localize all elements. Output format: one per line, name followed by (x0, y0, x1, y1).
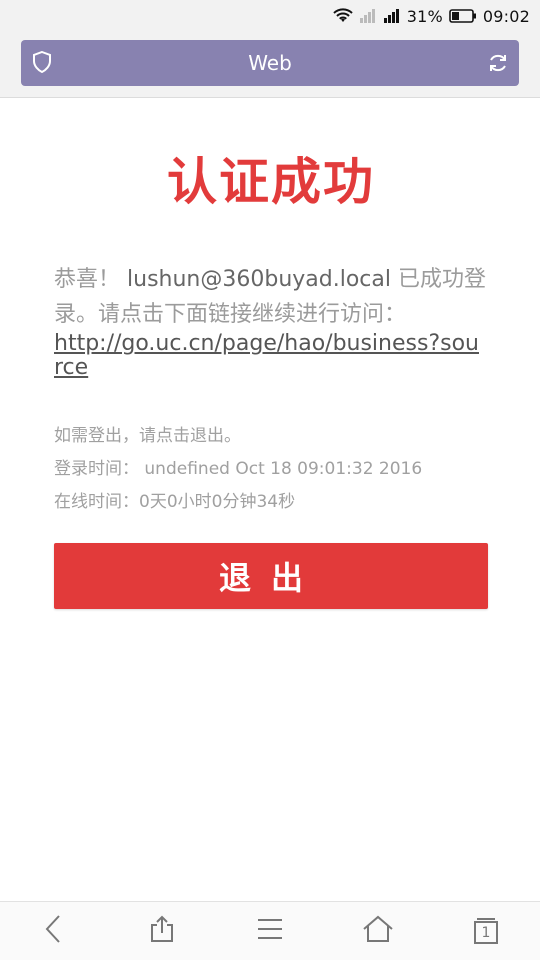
login-time-label: 登录时间： (54, 459, 139, 479)
menu-icon (256, 917, 284, 945)
continue-link[interactable]: http://go.uc.cn/page/hao/business?source (54, 332, 488, 380)
back-arrow-icon (44, 914, 64, 948)
online-time-row: 在线时间：0天0小时0分钟34秒 (54, 486, 488, 519)
home-icon (362, 915, 394, 947)
session-info: 如需登出，请点击退出。 登录时间： undefined Oct 18 09:01… (54, 420, 488, 519)
login-time-row: 登录时间： undefined Oct 18 09:01:32 2016 (54, 453, 488, 486)
address-bar-title: Web (248, 51, 292, 75)
status-bar: 31% 09:02 (0, 0, 540, 32)
browser-bottom-nav: 1 (0, 901, 540, 960)
tab-count: 1 (481, 925, 491, 941)
welcome-message: 恭喜！ lushun@360buyad.local 已成功登录。请点击下面链接继… (54, 262, 488, 380)
online-time-value: 0天0小时0分钟34秒 (139, 492, 296, 512)
online-time-label: 在线时间： (54, 492, 139, 512)
signal-sim2-icon (383, 8, 401, 24)
welcome-prefix: 恭喜！ (54, 267, 121, 292)
logout-hint: 如需登出，请点击退出。 (54, 426, 241, 446)
home-button[interactable] (348, 906, 408, 956)
tabs-button[interactable]: 1 (456, 906, 516, 956)
shield-icon[interactable] (32, 50, 52, 77)
wifi-icon (333, 8, 353, 24)
page-title: 认证成功 (167, 153, 375, 211)
battery-icon (449, 8, 477, 24)
logout-button[interactable]: 退出 (54, 543, 488, 609)
battery-percent: 31% (406, 6, 443, 26)
share-icon (149, 915, 175, 947)
back-button[interactable] (24, 906, 84, 956)
address-bar[interactable]: Web (21, 40, 519, 86)
share-button[interactable] (132, 906, 192, 956)
signal-sim1-icon (359, 8, 377, 24)
login-time-value: undefined Oct 18 09:01:32 2016 (144, 459, 423, 479)
menu-button[interactable] (240, 906, 300, 956)
reload-icon[interactable] (487, 52, 509, 78)
page-content: 认证成功 恭喜！ lushun@360buyad.local 已成功登录。请点击… (54, 98, 488, 609)
browser-toolbar: Web (0, 32, 540, 98)
tabs-icon: 1 (473, 917, 499, 945)
username: lushun@360buyad.local (127, 267, 391, 292)
clock: 09:02 (482, 6, 530, 26)
